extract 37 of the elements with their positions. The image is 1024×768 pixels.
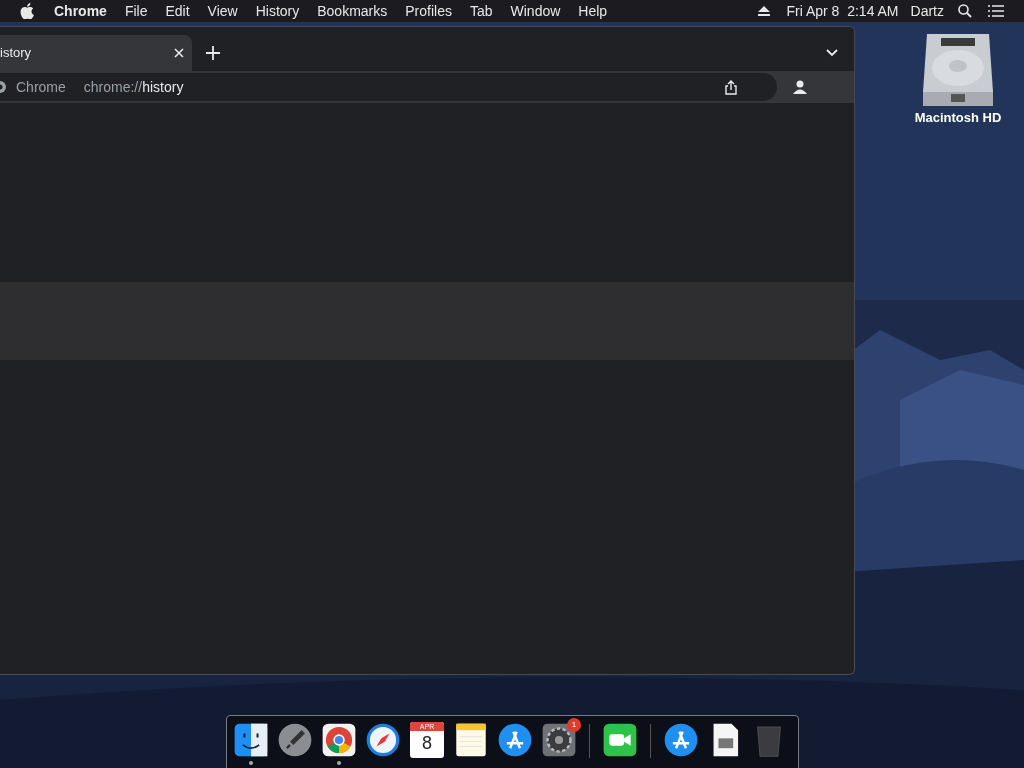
face-icon[interactable] [233, 722, 269, 758]
compass-icon[interactable] [365, 722, 401, 758]
menu-item[interactable]: Help [578, 0, 608, 22]
menu-item[interactable]: View [207, 0, 238, 22]
browser-logo-icon[interactable] [321, 722, 357, 758]
app-menu[interactable]: Chrome [54, 0, 107, 22]
menu-item[interactable]: Tab [469, 0, 493, 22]
tab-title: istory [0, 44, 33, 63]
apple-icon[interactable] [20, 3, 34, 19]
menu-item[interactable]: History [255, 0, 300, 22]
menu-item[interactable]: File [124, 0, 148, 22]
menu-clock[interactable]: Fri Apr 8 2:14 AM [786, 0, 899, 22]
site-label: Chrome [16, 77, 66, 97]
gear-icon[interactable] [541, 722, 577, 758]
menu-item[interactable]: Profiles [405, 0, 452, 22]
eject-icon[interactable] [758, 6, 771, 16]
list-icon[interactable] [988, 5, 1004, 17]
user-menu[interactable]: Dartz [910, 0, 944, 22]
browser-tab[interactable]: istory [0, 35, 192, 71]
app-store-icon[interactable] [497, 722, 533, 758]
share-icon[interactable] [725, 79, 737, 95]
calendar-day: 8 [422, 731, 432, 755]
new-tab-icon[interactable] [206, 46, 220, 60]
menu-item[interactable]: Window [510, 0, 561, 22]
app-store-icon[interactable] [663, 722, 699, 758]
notification-badge: 1 [567, 718, 581, 732]
menu-item[interactable]: Bookmarks [317, 0, 388, 22]
menu-item[interactable]: Edit [165, 0, 190, 22]
close-icon[interactable] [174, 48, 184, 58]
video-camera-icon[interactable] [602, 722, 638, 758]
url-text: chrome://history [83, 77, 185, 97]
notepad-icon[interactable] [453, 722, 489, 758]
search-icon[interactable] [958, 4, 972, 18]
chevron-down-icon[interactable] [826, 49, 838, 57]
desktop-icon-label[interactable]: Macintosh HD [914, 108, 1002, 128]
profile-icon[interactable] [793, 80, 807, 94]
address-bar[interactable]: Chrome chrome://history [0, 73, 777, 101]
